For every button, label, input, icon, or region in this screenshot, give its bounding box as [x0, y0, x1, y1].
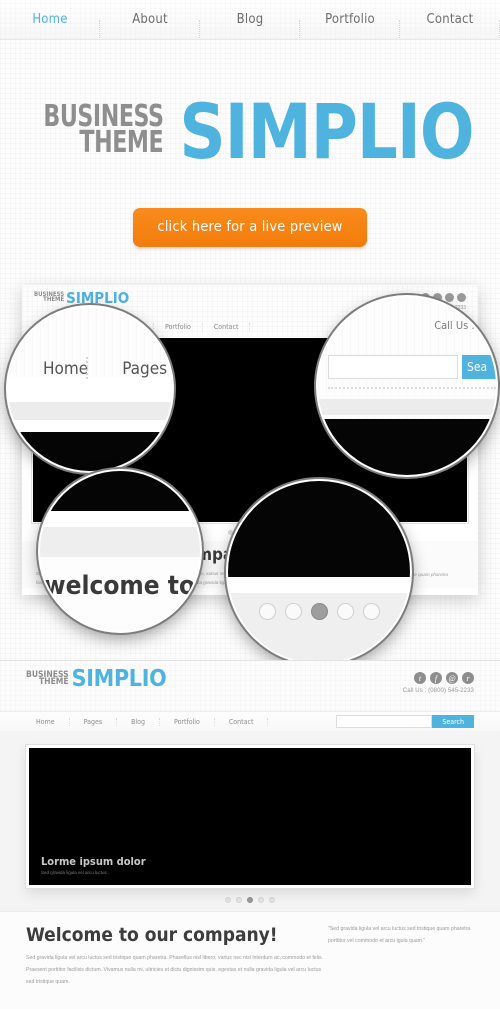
mail-icon[interactable]: @ [446, 672, 458, 684]
lens-social-icons [455, 300, 484, 314]
facebook-icon[interactable]: f [430, 672, 442, 684]
lens-heading-stage [40, 470, 200, 511]
lens-nav-home: Home [43, 358, 89, 379]
preview-slider-dot[interactable] [236, 897, 242, 903]
preview-slider-dots [26, 888, 474, 903]
cta-wrapper: click here for a live preview [0, 207, 500, 247]
lens-search-button: Sea [462, 354, 496, 379]
preview-nav: Home Pages Blog Portfolio Contact [26, 717, 269, 726]
preview-search-button[interactable]: Search [432, 715, 474, 728]
hero-logo: BUSINESS THEME SIMPLIO [17, 87, 483, 176]
preview-slider-dot-active[interactable] [247, 897, 253, 903]
screenshot-logo-simplio: SIMPLIO [66, 288, 130, 307]
lens-heading-whitestrip [40, 510, 200, 527]
lens-nav-divider [86, 356, 88, 379]
preview-stage-wrapper: Lorme ipsum dolor Sed gravida ligula vel… [0, 731, 500, 903]
hero-logo-simplio: SIMPLIO [179, 87, 475, 176]
lens-search-stage [318, 418, 496, 475]
lens-slider-dot [336, 602, 354, 620]
lens-slider-dot [258, 602, 276, 620]
lens-heading-text: welcome to our [44, 570, 200, 601]
preview-nav-contact[interactable]: Contact [215, 717, 269, 726]
twitter-icon[interactable]: t [414, 672, 426, 684]
live-preview-button[interactable]: click here for a live preview [133, 207, 367, 247]
preview-slider-stage: Lorme ipsum dolor Sed gravida ligula vel… [26, 745, 474, 888]
lens-dotted-rule [328, 386, 496, 389]
lens-nav-items: Home Pages [26, 359, 172, 379]
lens-nav-pages: Pages [122, 358, 168, 379]
topnav-item-contact[interactable]: Contact [400, 12, 500, 38]
magnifier-dots-lens [228, 480, 410, 663]
topnav-item-portfolio[interactable]: Portfolio [300, 12, 400, 38]
topnav-item-blog[interactable]: Blog [200, 12, 300, 38]
preview-slider-dot[interactable] [258, 897, 264, 903]
screenshot-nav-contact[interactable]: Contact [203, 322, 251, 331]
topnav-item-home[interactable]: Home [0, 12, 100, 38]
hero-section: BUSINESS THEME SIMPLIO click here for a … [0, 40, 500, 247]
hero-logo-theme: THEME [79, 124, 164, 160]
topnav-item-about[interactable]: About [100, 12, 200, 38]
lens-dots-stage [228, 480, 410, 577]
social-circle-icon [471, 300, 484, 314]
rss-icon[interactable]: r [462, 672, 474, 684]
top-navigation: Home About Blog Portfolio Contact [0, 0, 500, 40]
preview-search: Search [336, 715, 474, 728]
preview-nav-home[interactable]: Home [26, 717, 70, 726]
preview-slide-caption: Lorme ipsum dolor Sed gravida ligula vel… [41, 855, 146, 875]
preview-nav-blog[interactable]: Blog [117, 717, 161, 726]
hero-logo-subtext: BUSINESS THEME [17, 102, 164, 161]
lens-slider-dot [284, 602, 302, 620]
lens-slider-dot [362, 602, 380, 620]
preview-phone: Call Us : (0800) 545-2233 [402, 688, 474, 694]
preview-nav-pages[interactable]: Pages [70, 717, 118, 726]
lens-search-input [328, 354, 458, 379]
full-preview-section: BUSINESS THEME SIMPLIO t f @ r Call Us :… [0, 660, 500, 1009]
lens-slider-dots [228, 602, 410, 620]
lens-search-bar [318, 398, 496, 415]
preview-welcome-body: Sed gravida ligula vel arcu luctus sed t… [26, 955, 323, 985]
preview-nav-row: Home Pages Blog Portfolio Contact Search [0, 711, 500, 731]
showcase-section: BUSINESS THEME SIMPLIO Call Us : (0800) … [0, 284, 500, 663]
preview-slide-title: Lorme ipsum dolor [41, 855, 146, 868]
magnifier-search-lens: Call Us : (0 Sea [318, 296, 496, 475]
preview-slider-dot[interactable] [225, 897, 231, 903]
lens-nav-stage [8, 431, 172, 471]
preview-slider-dot[interactable] [269, 897, 275, 903]
page-root: Home About Blog Portfolio Contact BUSINE… [0, 0, 500, 1009]
preview-slide-subtitle: Sed gravida ligula vel arcu luctus . [41, 870, 110, 875]
preview-logo-theme: THEME [38, 677, 69, 688]
magnifier-heading-lens: welcome to our [40, 470, 200, 631]
lens-call-text: Call Us : (0 [434, 318, 488, 332]
preview-header: BUSINESS THEME SIMPLIO t f @ r Call Us :… [0, 661, 500, 731]
preview-welcome-block: Welcome to our company! Sed gravida ligu… [0, 911, 500, 1009]
lens-slider-dot-active [310, 602, 328, 620]
preview-social-icons: t f @ r [403, 672, 474, 684]
lens-heading-graystrip [40, 526, 200, 557]
preview-search-input[interactable] [336, 715, 433, 728]
lens-dots-whitestrip [228, 576, 410, 593]
preview-nav-portfolio[interactable]: Portfolio [160, 717, 215, 726]
preview-logo-simplio: SIMPLIO [71, 666, 167, 692]
magnifier-nav-lens: Home Pages [8, 306, 172, 471]
screenshot-logo-theme: THEME [43, 295, 65, 303]
social-circle-icon [455, 300, 468, 314]
preview-header-right: t f @ r Call Us : (0800) 545-2233 [403, 672, 474, 694]
lens-nav-bar [8, 401, 172, 420]
preview-welcome-quote: "Sed gravida ligula vel arcu luctus sed … [328, 926, 471, 944]
lens-nav-whitestrip [8, 419, 172, 432]
